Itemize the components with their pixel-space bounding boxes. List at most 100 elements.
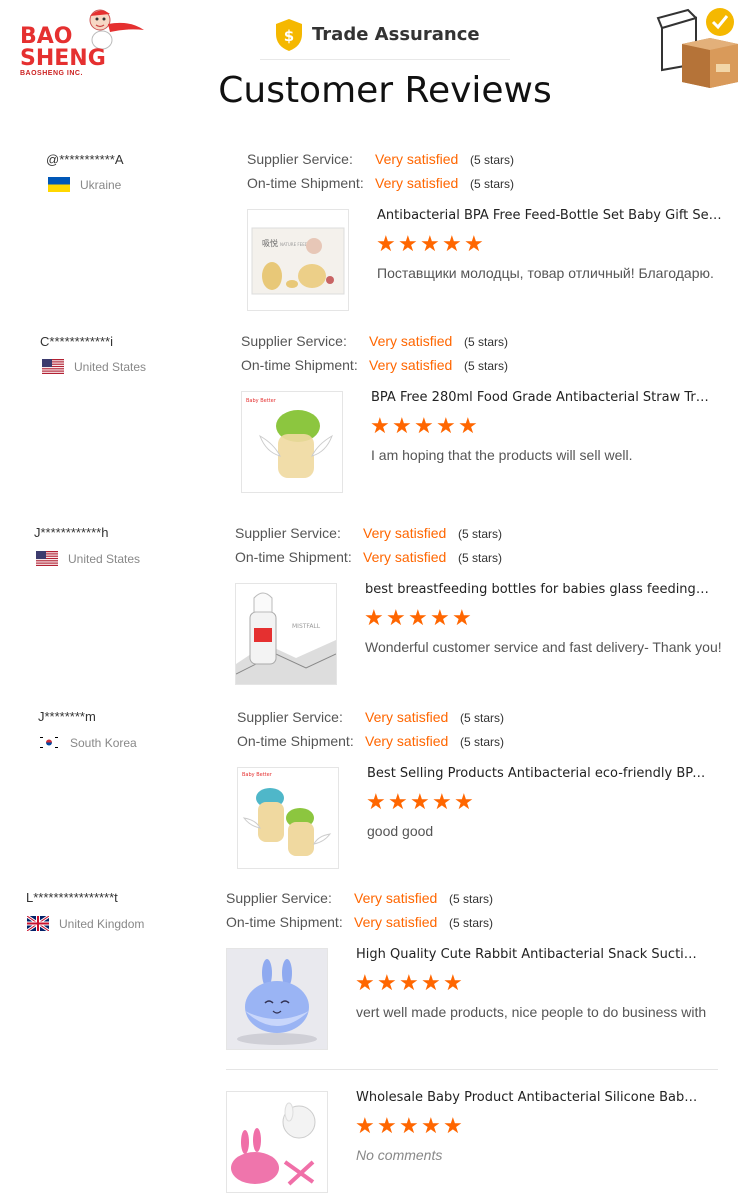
star-icon: ★ — [376, 231, 396, 256]
product-title-link[interactable]: High Quality Cute Rabbit Antibacterial S… — [356, 947, 701, 962]
country-name: United Kingdom — [59, 916, 145, 931]
supplier-service-rating: Very satisfied — [365, 709, 449, 725]
ontime-shipment-stars: (5 stars) — [458, 551, 503, 565]
star-icon: ★ — [370, 413, 390, 438]
supplier-service-stars: (5 stars) — [470, 153, 515, 167]
review-comment: Поставщики молодцы, товар отличный! Благ… — [377, 265, 714, 281]
box-chinese-text: 吸悦 — [262, 238, 278, 248]
product-image-glass-bottle: MISTFALL — [236, 592, 336, 684]
supplier-service-row: Supplier Service: Very satisfied (5 stars) — [241, 333, 508, 349]
flag-ukraine-icon — [48, 177, 70, 192]
ontime-shipment-row: On-time Shipment: Very satisfied (5 stars) — [241, 357, 508, 373]
product-thumbnail[interactable] — [226, 948, 328, 1050]
product-thumbnail[interactable]: Baby Better — [241, 391, 343, 493]
review-comment: Wonderful customer service and fast deli… — [365, 639, 722, 655]
product-image-straw-bottles: Baby Better — [242, 772, 332, 856]
supplier-service-rating: Very satisfied — [369, 333, 453, 349]
buyer-name: J************h — [34, 525, 109, 540]
ontime-shipment-label: On-time Shipment: — [226, 914, 343, 930]
ontime-shipment-label: On-time Shipment: — [235, 549, 352, 565]
supplier-service-label: Supplier Service: — [247, 151, 353, 167]
product-rating: ★ ★ ★ ★ ★ — [366, 789, 474, 814]
star-icon: ★ — [443, 1113, 463, 1138]
product-thumbnail[interactable]: MISTFALL — [235, 583, 337, 685]
star-icon: ★ — [436, 413, 456, 438]
ontime-shipment-rating: Very satisfied — [365, 733, 449, 749]
ontime-shipment-stars: (5 stars) — [449, 916, 494, 930]
ontime-shipment-stars: (5 stars) — [464, 359, 509, 373]
product-divider — [226, 1069, 718, 1070]
product-thumbnail[interactable] — [226, 1091, 328, 1193]
buyer-country: South Korea — [38, 735, 137, 750]
star-icon: ★ — [458, 413, 478, 438]
star-icon: ★ — [392, 413, 412, 438]
flag-united-states-icon — [42, 359, 64, 374]
flag-united-kingdom-icon — [27, 916, 49, 931]
ontime-shipment-row: On-time Shipment: Very satisfied (5 stars) — [235, 549, 502, 565]
product-title-link[interactable]: Wholesale Baby Product Antibacterial Sil… — [356, 1090, 701, 1105]
ontime-shipment-stars: (5 stars) — [470, 177, 515, 191]
supplier-service-label: Supplier Service: — [237, 709, 343, 725]
star-icon: ★ — [452, 605, 472, 630]
supplier-service-rating: Very satisfied — [363, 525, 447, 541]
review-comment: I am hoping that the products will sell … — [371, 447, 633, 463]
brand-label: Baby Better — [242, 772, 273, 778]
buyer-country: Ukraine — [48, 177, 121, 192]
star-icon: ★ — [377, 1113, 397, 1138]
country-name: United States — [68, 551, 141, 566]
ontime-shipment-row: On-time Shipment: Very satisfied (5 stars) — [226, 914, 493, 930]
buyer-country: United States — [36, 551, 140, 566]
product-rating: ★ ★ ★ ★ ★ — [376, 231, 484, 256]
star-icon: ★ — [454, 789, 474, 814]
supplier-service-label: Supplier Service: — [241, 333, 347, 349]
star-icon: ★ — [364, 605, 384, 630]
product-title-link[interactable]: Antibacterial BPA Free Feed-Bottle Set B… — [377, 208, 722, 223]
star-icon: ★ — [399, 970, 419, 995]
star-icon: ★ — [442, 231, 462, 256]
ontime-shipment-stars: (5 stars) — [460, 735, 505, 749]
product-rating: ★ ★ ★ ★ ★ — [355, 1113, 463, 1138]
product-title-link[interactable]: BPA Free 280ml Food Grade Antibacterial … — [371, 390, 716, 405]
product-image-silicone-bowl — [231, 1102, 316, 1186]
star-icon: ★ — [399, 1113, 419, 1138]
ontime-shipment-label: On-time Shipment: — [247, 175, 364, 191]
ontime-shipment-rating: Very satisfied — [363, 549, 447, 565]
country-name: Ukraine — [80, 177, 122, 192]
product-rating: ★ ★ ★ ★ ★ — [355, 970, 463, 995]
trade-assurance-shield-icon: $ — [276, 19, 302, 51]
product-title-link[interactable]: Best Selling Products Antibacterial eco-… — [367, 766, 712, 781]
review-comment-empty: No comments — [356, 1147, 443, 1163]
svg-text:$: $ — [284, 27, 294, 45]
star-icon: ★ — [443, 970, 463, 995]
supplier-service-rating: Very satisfied — [354, 890, 438, 906]
star-icon: ★ — [355, 1113, 375, 1138]
country-name: South Korea — [70, 735, 137, 750]
supplier-service-row: Supplier Service: Very satisfied (5 stars) — [226, 890, 493, 906]
star-icon: ★ — [421, 970, 441, 995]
country-name: United States — [74, 359, 147, 374]
supplier-service-label: Supplier Service: — [226, 890, 332, 906]
star-icon: ★ — [398, 231, 418, 256]
flag-south-korea-icon — [38, 735, 60, 750]
mistfall-label: MISTFALL — [292, 623, 321, 630]
product-thumbnail[interactable]: 吸悦 NATURE FEEDING — [247, 209, 349, 311]
star-icon: ★ — [430, 605, 450, 630]
star-icon: ★ — [388, 789, 408, 814]
star-icon: ★ — [432, 789, 452, 814]
flag-united-states-icon — [36, 551, 58, 566]
supplier-service-stars: (5 stars) — [464, 335, 509, 349]
supplier-service-stars: (5 stars) — [449, 892, 494, 906]
buyer-name: @***********A — [46, 152, 124, 167]
product-thumbnail[interactable]: Baby Better — [237, 767, 339, 869]
product-rating: ★ ★ ★ ★ ★ — [370, 413, 478, 438]
ontime-shipment-label: On-time Shipment: — [241, 357, 358, 373]
supplier-service-rating: Very satisfied — [375, 151, 459, 167]
star-icon: ★ — [377, 970, 397, 995]
trade-assurance-badge[interactable]: $ Trade Assurance — [260, 14, 510, 60]
star-icon: ★ — [421, 1113, 441, 1138]
logo-text-sheng: SHENG — [20, 46, 106, 71]
supplier-service-row: Supplier Service: Very satisfied (5 stars) — [235, 525, 502, 541]
product-title-link[interactable]: best breastfeeding bottles for babies gl… — [365, 582, 710, 597]
supplier-service-row: Supplier Service: Very satisfied (5 stars) — [237, 709, 504, 725]
supplier-service-label: Supplier Service: — [235, 525, 341, 541]
